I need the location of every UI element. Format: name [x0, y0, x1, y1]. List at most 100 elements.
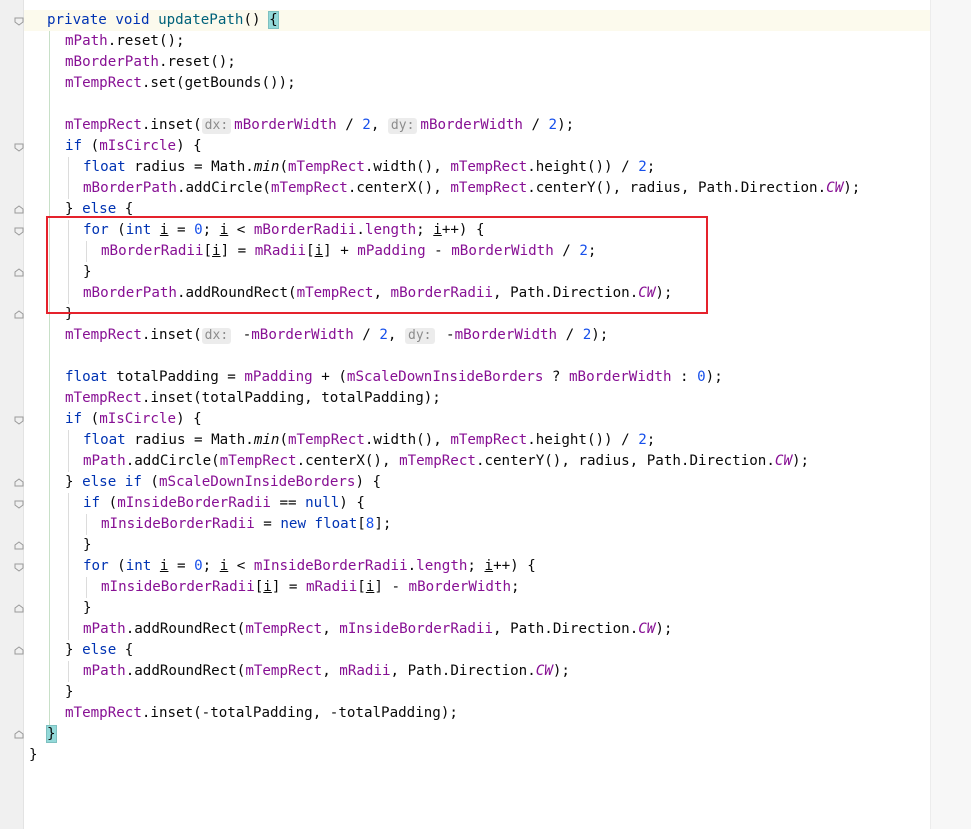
- code-line[interactable]: mPath.addCircle(mTempRect.centerX(), mTe…: [83, 451, 809, 472]
- code-line[interactable]: mInsideBorderRadii = new float[8];: [101, 514, 391, 535]
- indent-guide: [86, 514, 87, 535]
- field: mScaleDownInsideBorders: [158, 474, 356, 490]
- fold-icon[interactable]: [14, 499, 24, 509]
- code-text: );: [591, 327, 609, 343]
- number: 2: [379, 327, 388, 343]
- loop-variable: i: [219, 558, 229, 574]
- code-line[interactable]: private void updatePath() {: [47, 10, 279, 31]
- field: mIsCircle: [99, 138, 177, 154]
- fold-icon[interactable]: [14, 415, 24, 425]
- code-text: }: [83, 537, 92, 553]
- code-line[interactable]: }: [46, 724, 57, 745]
- fold-icon[interactable]: [14, 268, 24, 278]
- field: mPath: [83, 453, 126, 469]
- code-text: );: [843, 180, 861, 196]
- keyword: else if: [82, 474, 142, 490]
- code-line[interactable]: mPath.addRoundRect(mTempRect, mRadii, Pa…: [83, 661, 570, 682]
- field: mTempRect: [65, 327, 142, 343]
- field: mScaleDownInsideBorders: [346, 369, 544, 385]
- code-line[interactable]: float totalPadding = mPadding + (mScaleD…: [65, 367, 723, 388]
- fold-icon[interactable]: [14, 142, 24, 152]
- keyword: float: [65, 369, 108, 385]
- number: 2: [548, 117, 558, 133]
- field: mBorderWidth: [420, 117, 523, 133]
- code-text: ,: [322, 663, 340, 679]
- code-line[interactable]: if (mInsideBorderRadii == null) {: [83, 493, 365, 514]
- field: mInsideBorderRadii: [101, 579, 255, 595]
- code-text: (: [279, 432, 289, 448]
- keyword: float: [83, 159, 126, 175]
- code-text: + (: [312, 369, 347, 385]
- field: mTempRect: [270, 180, 348, 196]
- code-text: radius = Math.: [125, 159, 254, 175]
- code-text: =: [168, 558, 195, 574]
- code-text: .height()) /: [527, 159, 639, 175]
- field: mPadding: [244, 369, 313, 385]
- code-line[interactable]: mTempRect.inset(dx: mBorderWidth / 2, dy:…: [65, 115, 574, 136]
- code-text: (: [108, 558, 126, 574]
- code-line[interactable]: }: [83, 535, 92, 556]
- code-line[interactable]: } else if (mScaleDownInsideBorders) {: [65, 472, 381, 493]
- fold-icon[interactable]: [14, 646, 24, 656]
- code-text: ++) {: [493, 558, 536, 574]
- fold-icon[interactable]: [14, 16, 24, 26]
- code-text: ;: [646, 432, 656, 448]
- code-line[interactable]: mTempRect.inset(dx: -mBorderWidth / 2, d…: [65, 325, 608, 346]
- parameter-hint: dy:: [405, 328, 435, 344]
- fold-icon[interactable]: [14, 541, 24, 551]
- code-line[interactable]: }: [83, 598, 92, 619]
- static-method: min: [253, 432, 280, 448]
- code-line[interactable]: if (mIsCircle) {: [65, 136, 202, 157]
- fold-icon[interactable]: [14, 562, 24, 572]
- fold-icon[interactable]: [14, 478, 24, 488]
- field: mBorderWidth: [454, 327, 558, 343]
- code-text: ) {: [355, 474, 382, 490]
- indent-guide: [68, 493, 69, 640]
- field: mBorderPath: [83, 180, 177, 196]
- code-line[interactable]: mBorderPath.reset();: [65, 52, 236, 73]
- parameter-hint: dx:: [201, 328, 232, 344]
- code-line[interactable]: } else {: [65, 640, 133, 661]
- code-line[interactable]: for (int i = 0; i < mInsideBorderRadii.l…: [83, 556, 536, 577]
- enum-constant: CW: [535, 663, 553, 679]
- fold-icon[interactable]: [14, 604, 24, 614]
- code-line[interactable]: mPath.addRoundRect(mTempRect, mInsideBor…: [83, 619, 672, 640]
- keyword: int: [125, 558, 152, 574]
- code-text: (: [279, 159, 289, 175]
- code-text: [: [254, 579, 264, 595]
- code-line[interactable]: mBorderPath.addCircle(mTempRect.centerX(…: [83, 178, 860, 199]
- field: mBorderWidth: [569, 369, 672, 385]
- keyword: else: [82, 642, 117, 658]
- code-line[interactable]: mInsideBorderRadii[i] = mRadii[i] - mBor…: [101, 577, 520, 598]
- code-text: .centerY(), radius, Path.Direction.: [527, 180, 827, 196]
- code-text: (: [100, 495, 118, 511]
- code-text: .centerX(),: [296, 453, 400, 469]
- code-text: -: [437, 327, 455, 343]
- code-line[interactable]: float radius = Math.min(mTempRect.width(…: [83, 430, 655, 451]
- code-text: .set(getBounds());: [141, 75, 296, 91]
- code-text: {: [116, 642, 134, 658]
- field: mInsideBorderRadii: [253, 558, 408, 574]
- fold-icon[interactable]: [14, 730, 24, 740]
- code-text: (: [82, 411, 100, 427]
- code-text: (): [243, 12, 270, 28]
- code-text: ;: [467, 558, 485, 574]
- field: mInsideBorderRadii: [117, 495, 271, 511]
- fold-icon[interactable]: [14, 205, 24, 215]
- code-line[interactable]: }: [65, 682, 74, 703]
- loop-variable: i: [484, 558, 494, 574]
- code-line[interactable]: mTempRect.inset(totalPadding, totalPaddi…: [65, 388, 441, 409]
- field: mRadii: [339, 663, 391, 679]
- code-line[interactable]: float radius = Math.min(mTempRect.width(…: [83, 157, 655, 178]
- indent-guide: [49, 31, 50, 743]
- fold-icon[interactable]: [14, 310, 24, 320]
- code-line[interactable]: mPath.reset();: [65, 31, 185, 52]
- method-name: updatePath: [158, 12, 244, 28]
- code-line[interactable]: }: [29, 745, 38, 766]
- code-line[interactable]: mTempRect.set(getBounds());: [65, 73, 296, 94]
- code-line[interactable]: mTempRect.inset(-totalPadding, -totalPad…: [65, 703, 458, 724]
- code-text: ==: [270, 495, 306, 511]
- fold-icon[interactable]: [14, 226, 24, 236]
- code-line[interactable]: if (mIsCircle) {: [65, 409, 202, 430]
- code-text: [: [357, 579, 366, 595]
